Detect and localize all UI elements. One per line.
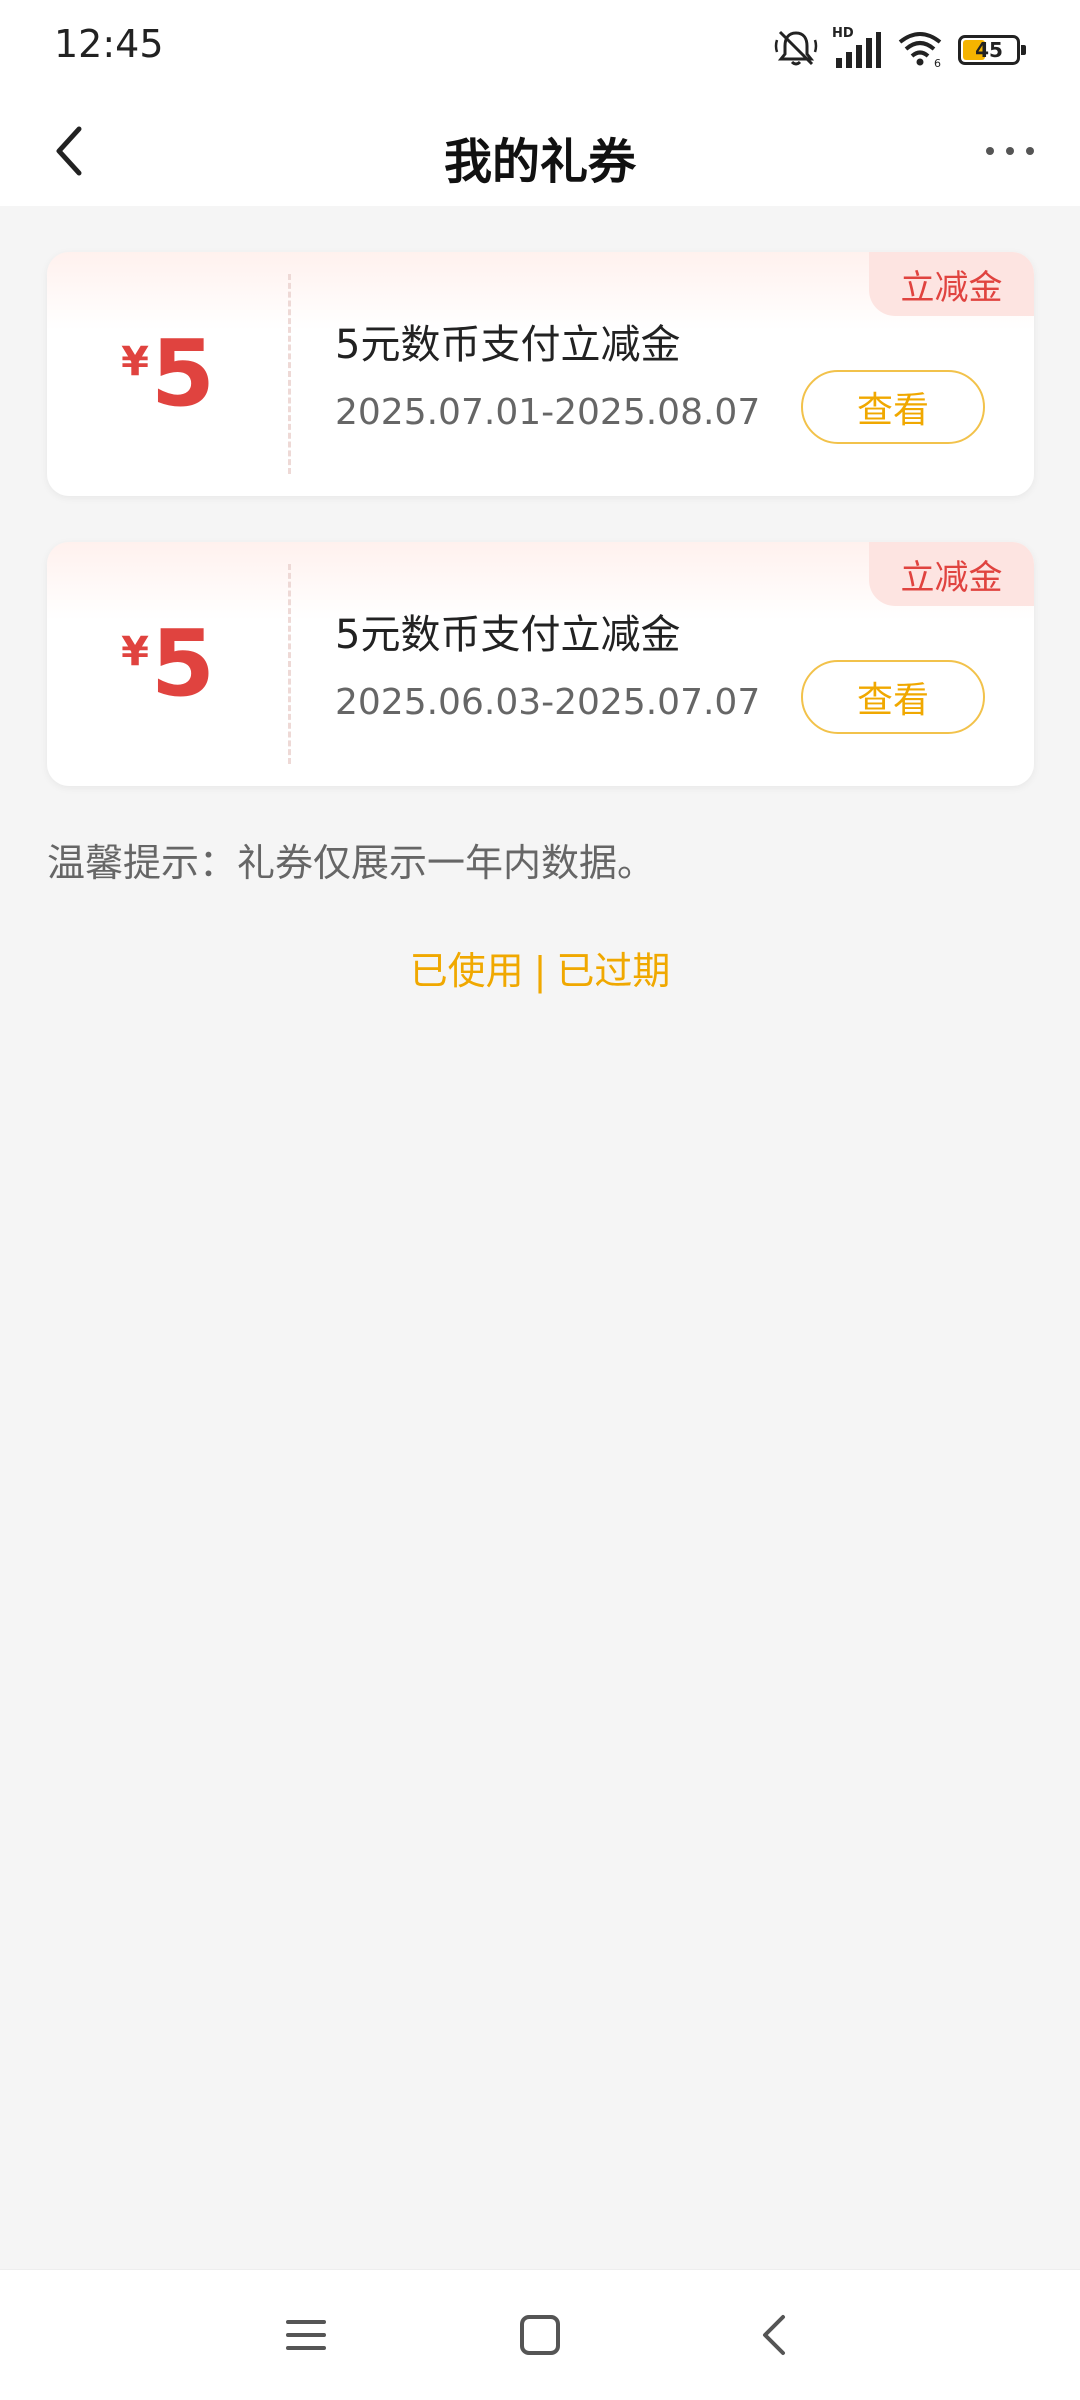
back-icon	[763, 2315, 785, 2355]
coupon-title: 5元数币支付立减金	[335, 322, 681, 368]
coupon-amount: ¥ 5	[47, 252, 289, 496]
status-time: 12:45	[54, 22, 164, 66]
dashed-divider	[288, 564, 291, 764]
status-bar: 12:45 HD 6 45	[0, 0, 1080, 96]
status-icons: HD 6 45	[774, 26, 1026, 72]
coupon-type-tag: 立减金	[869, 252, 1034, 316]
coupon-date-range: 2025.07.01-2025.08.07	[335, 392, 761, 433]
system-back-button[interactable]	[734, 2298, 814, 2372]
coupon-title: 5元数币支付立减金	[335, 612, 681, 658]
currency-symbol: ¥	[121, 339, 149, 385]
amount-value: 5	[150, 320, 215, 427]
wifi-icon: 6	[896, 28, 944, 72]
coupon-list: 立减金 ¥ 5 5元数币支付立减金 2025.07.01-2025.08.07 …	[47, 252, 1034, 832]
home-icon	[520, 2315, 560, 2355]
used-link[interactable]: 已使用	[410, 940, 524, 995]
home-button[interactable]	[500, 2298, 580, 2372]
coupon-card[interactable]: 立减金 ¥ 5 5元数币支付立减金 2025.06.03-2025.07.07 …	[47, 542, 1034, 786]
history-links: 已使用 | 已过期	[0, 940, 1080, 995]
tip-text: 温馨提示：礼券仅展示一年内数据。	[47, 841, 656, 885]
page-title: 我的礼券	[443, 134, 636, 190]
more-dots-icon	[986, 147, 994, 155]
battery-level: 45	[975, 38, 1003, 62]
system-nav-bar	[0, 2269, 1080, 2400]
view-button[interactable]: 查看	[801, 370, 985, 444]
currency-symbol: ¥	[121, 629, 149, 675]
mute-icon	[774, 28, 818, 72]
battery-icon: 45	[958, 35, 1026, 65]
amount-value: 5	[150, 610, 215, 717]
view-button[interactable]: 查看	[801, 660, 985, 734]
coupon-amount: ¥ 5	[47, 542, 289, 786]
link-separator: |	[533, 949, 547, 993]
svg-text:6: 6	[934, 57, 941, 68]
coupon-card[interactable]: 立减金 ¥ 5 5元数币支付立减金 2025.07.01-2025.08.07 …	[47, 252, 1034, 496]
coupon-date-range: 2025.06.03-2025.07.07	[335, 682, 761, 723]
coupon-type-tag: 立减金	[869, 542, 1034, 606]
recent-apps-button[interactable]	[266, 2298, 346, 2372]
expired-link[interactable]: 已过期	[556, 940, 670, 995]
dashed-divider	[288, 274, 291, 474]
navigation-header: 我的礼券	[0, 96, 1080, 206]
menu-icon	[286, 2320, 326, 2350]
more-button[interactable]	[970, 116, 1050, 186]
signal-icon: HD	[832, 26, 882, 70]
